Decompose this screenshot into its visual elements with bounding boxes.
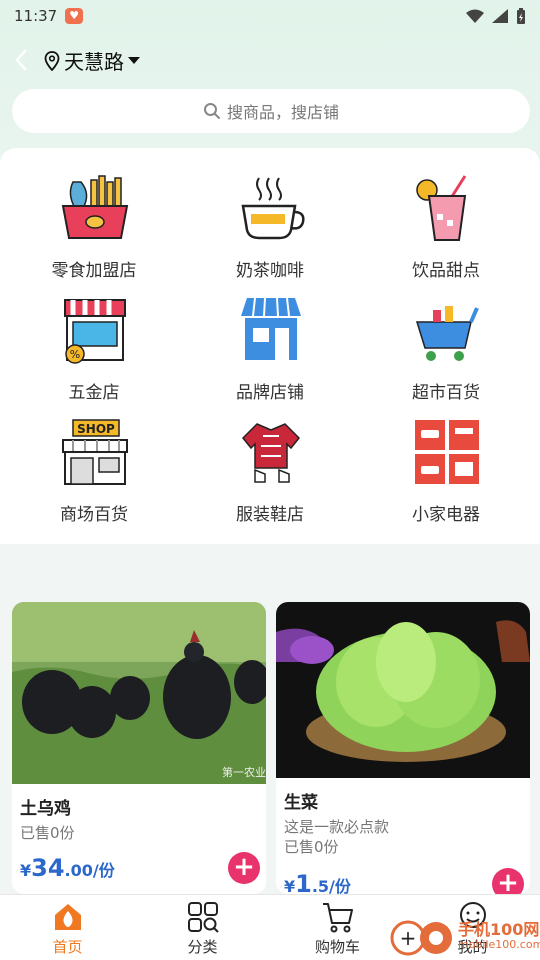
svg-text:%: % [70, 348, 80, 361]
category-supermarket[interactable]: 超市百货 [356, 280, 536, 403]
product-sold: 已售0份 [20, 824, 75, 842]
top-header: 天慧路 [0, 44, 540, 76]
category-brand-stores[interactable]: 品牌店铺 [180, 280, 360, 403]
home-icon [54, 904, 81, 930]
wifi-icon [466, 9, 484, 23]
product-name: 生菜 [284, 793, 318, 813]
category-label: 商场百货 [60, 505, 128, 525]
category-label: 服装鞋店 [236, 505, 304, 525]
product-price: ¥1.5/份 [284, 870, 351, 894]
product-photo-lettuce [276, 602, 530, 778]
status-bar: 11:37 ♥ [0, 0, 540, 32]
cart-icon [322, 903, 353, 933]
caret-down-icon [128, 56, 140, 64]
coffee-cup-icon [241, 177, 305, 240]
watermark-logo-icon: + [390, 920, 452, 956]
shop-sign-text: SHOP [77, 422, 115, 436]
tab-label: 首页 [52, 938, 83, 956]
product-card[interactable]: 生菜 这是一款必点款 已售0份 ¥1.5/份 + [276, 602, 530, 894]
category-label: 小家电器 [412, 505, 480, 525]
tab-cart[interactable]: 购物车 [270, 895, 405, 960]
search-input[interactable]: 搜商品，搜店铺 [12, 89, 530, 133]
location-name: 天慧路 [64, 50, 124, 74]
clothing-icon [241, 423, 301, 483]
snack-basket-icon [61, 175, 129, 239]
product-sold: 已售0份 [284, 838, 339, 856]
category-snacks[interactable]: 零食加盟店 [4, 158, 184, 281]
category-label: 饮品甜点 [412, 261, 480, 281]
category-drinks-desserts[interactable]: 饮品甜点 [356, 158, 536, 281]
product-name: 土乌鸡 [20, 799, 71, 819]
photo-caption: 第一农业 [222, 765, 266, 779]
add-to-cart-button[interactable]: + [492, 868, 524, 894]
signal-icon [492, 9, 508, 23]
product-description: 这是一款必点款 [284, 818, 390, 836]
category-label: 五金店 [68, 383, 120, 403]
category-label: 品牌店铺 [236, 383, 304, 403]
category-milk-tea-coffee[interactable]: 奶茶咖啡 [180, 158, 360, 281]
svg-text:+: + [400, 926, 417, 950]
status-time: 11:37 [14, 7, 58, 25]
location-selector[interactable]: 天慧路 [44, 46, 140, 75]
app-notification-icon: ♥ [65, 8, 84, 24]
category-label: 零食加盟店 [51, 261, 137, 281]
category-appliances[interactable]: 小家电器 [356, 402, 536, 525]
product-price: ¥34.00/份 [20, 854, 115, 882]
watermark: + 手机100网 mobile100.com [388, 912, 540, 960]
tab-label: 分类 [187, 938, 218, 956]
drink-glass-icon [416, 175, 467, 241]
battery-icon [517, 8, 525, 24]
shopping-cart-icon [415, 306, 479, 361]
search-icon [203, 103, 220, 119]
category-label: 超市百货 [412, 383, 480, 403]
back-icon[interactable] [10, 46, 34, 74]
category-clothing-shoes[interactable]: 服装鞋店 [180, 402, 360, 525]
mall-shop-icon: SHOP [62, 419, 128, 485]
appliances-icon [415, 420, 479, 484]
category-grid-icon [187, 902, 219, 933]
product-card[interactable]: 第一农业 土乌鸡 已售0份 ¥34.00/份 + [12, 602, 266, 894]
tab-home[interactable]: 首页 [0, 895, 135, 960]
category-mall[interactable]: SHOP 商场百货 [4, 402, 184, 525]
category-panel: 零食加盟店 奶茶咖啡 饮品甜点 % 五金店 品牌店铺 超市百货 SHOP 商场百… [0, 148, 540, 544]
search-placeholder: 搜商品，搜店铺 [226, 103, 339, 122]
tab-category[interactable]: 分类 [135, 895, 270, 960]
product-photo-chicken: 第一农业 [12, 602, 266, 784]
hardware-store-icon: % [64, 299, 126, 364]
location-pin-icon [44, 50, 60, 71]
tab-label: 购物车 [314, 938, 360, 956]
watermark-text: 手机100网 [458, 920, 540, 939]
watermark-url: mobile100.com [458, 938, 540, 951]
brand-shop-icon [241, 297, 301, 360]
category-hardware[interactable]: % 五金店 [4, 280, 184, 403]
add-to-cart-button[interactable]: + [228, 852, 260, 884]
category-label: 奶茶咖啡 [236, 261, 304, 281]
